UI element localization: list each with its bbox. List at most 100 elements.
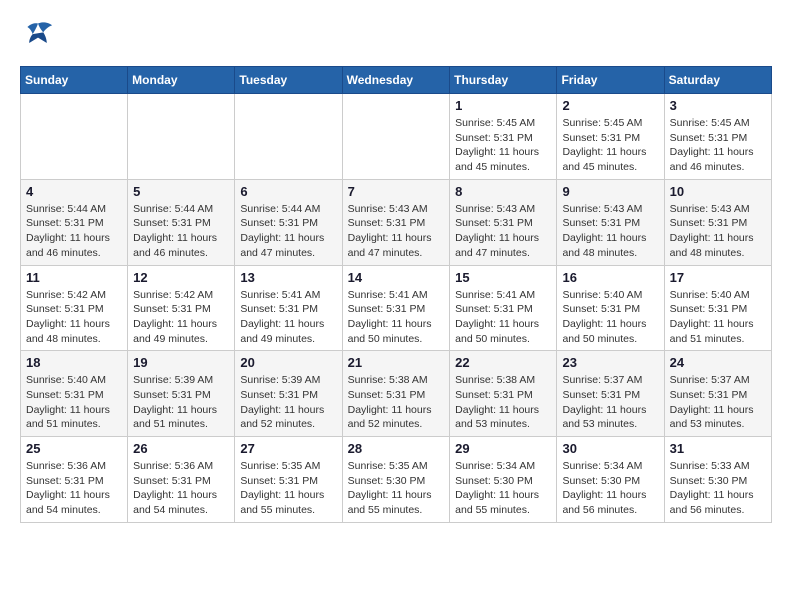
day-info: Sunrise: 5:37 AM Sunset: 5:31 PM Dayligh… [670,373,766,432]
day-number: 10 [670,184,766,199]
calendar-cell: 8 Sunrise: 5:43 AM Sunset: 5:31 PM Daylig… [450,179,557,265]
day-info: Sunrise: 5:40 AM Sunset: 5:31 PM Dayligh… [26,373,122,432]
day-number: 14 [348,270,445,285]
day-info: Sunrise: 5:45 AM Sunset: 5:31 PM Dayligh… [670,116,766,175]
day-info: Sunrise: 5:42 AM Sunset: 5:31 PM Dayligh… [26,288,122,347]
day-number: 7 [348,184,445,199]
calendar-cell: 30 Sunrise: 5:34 AM Sunset: 5:30 PM Dayli… [557,437,664,523]
calendar-cell: 9Sunrise: 5:43 AM Sunset: 5:31 PM Daylig… [557,179,664,265]
calendar-week-row: 25 Sunrise: 5:36 AM Sunset: 5:31 PM Dayli… [21,437,772,523]
day-info: Sunrise: 5:44 AM Sunset: 5:31 PM Dayligh… [26,202,122,261]
weekday-header-friday: Friday [557,67,664,94]
calendar-cell: 27Sunrise: 5:35 AM Sunset: 5:31 PM Dayli… [235,437,342,523]
page-header [20,20,772,50]
calendar-cell [342,94,450,180]
day-number: 1 [455,98,551,113]
calendar-header-row: SundayMondayTuesdayWednesdayThursdayFrid… [21,67,772,94]
calendar-cell: 7 Sunrise: 5:43 AM Sunset: 5:31 PM Daylig… [342,179,450,265]
calendar-week-row: 1 Sunrise: 5:45 AM Sunset: 5:31 PM Daylig… [21,94,772,180]
day-number: 2 [562,98,658,113]
day-number: 20 [240,355,336,370]
calendar-cell: 10 Sunrise: 5:43 AM Sunset: 5:31 PM Dayli… [664,179,771,265]
day-number: 9 [562,184,658,199]
day-number: 15 [455,270,551,285]
calendar-cell [21,94,128,180]
day-info: Sunrise: 5:41 AM Sunset: 5:31 PM Dayligh… [240,288,336,347]
day-info: Sunrise: 5:43 AM Sunset: 5:31 PM Dayligh… [348,202,445,261]
day-number: 17 [670,270,766,285]
day-info: Sunrise: 5:41 AM Sunset: 5:31 PM Dayligh… [348,288,445,347]
day-info: Sunrise: 5:42 AM Sunset: 5:31 PM Dayligh… [133,288,229,347]
day-info: Sunrise: 5:45 AM Sunset: 5:31 PM Dayligh… [455,116,551,175]
calendar-cell: 29 Sunrise: 5:34 AM Sunset: 5:30 PM Dayli… [450,437,557,523]
day-info: Sunrise: 5:35 AM Sunset: 5:30 PM Dayligh… [348,459,445,518]
calendar-cell: 22 Sunrise: 5:38 AM Sunset: 5:31 PM Dayli… [450,351,557,437]
day-number: 26 [133,441,229,456]
day-info: Sunrise: 5:45 AM Sunset: 5:31 PM Dayligh… [562,116,658,175]
weekday-header-thursday: Thursday [450,67,557,94]
day-number: 11 [26,270,122,285]
weekday-header-sunday: Sunday [21,67,128,94]
day-number: 19 [133,355,229,370]
day-info: Sunrise: 5:39 AM Sunset: 5:31 PM Dayligh… [133,373,229,432]
calendar-cell: 11 Sunrise: 5:42 AM Sunset: 5:31 PM Dayli… [21,265,128,351]
calendar-cell: 12Sunrise: 5:42 AM Sunset: 5:31 PM Dayli… [128,265,235,351]
day-info: Sunrise: 5:38 AM Sunset: 5:31 PM Dayligh… [348,373,445,432]
calendar-cell: 23Sunrise: 5:37 AM Sunset: 5:31 PM Dayli… [557,351,664,437]
calendar-cell: 18Sunrise: 5:40 AM Sunset: 5:31 PM Dayli… [21,351,128,437]
day-info: Sunrise: 5:40 AM Sunset: 5:31 PM Dayligh… [562,288,658,347]
day-info: Sunrise: 5:37 AM Sunset: 5:31 PM Dayligh… [562,373,658,432]
weekday-header-wednesday: Wednesday [342,67,450,94]
day-number: 21 [348,355,445,370]
calendar-cell: 3 Sunrise: 5:45 AM Sunset: 5:31 PM Daylig… [664,94,771,180]
calendar-cell: 13 Sunrise: 5:41 AM Sunset: 5:31 PM Dayli… [235,265,342,351]
day-info: Sunrise: 5:40 AM Sunset: 5:31 PM Dayligh… [670,288,766,347]
day-number: 13 [240,270,336,285]
logo-icon [20,20,56,50]
calendar-week-row: 4Sunrise: 5:44 AM Sunset: 5:31 PM Daylig… [21,179,772,265]
day-info: Sunrise: 5:41 AM Sunset: 5:31 PM Dayligh… [455,288,551,347]
calendar-cell: 6Sunrise: 5:44 AM Sunset: 5:31 PM Daylig… [235,179,342,265]
logo [20,20,62,50]
day-number: 27 [240,441,336,456]
calendar-cell: 4Sunrise: 5:44 AM Sunset: 5:31 PM Daylig… [21,179,128,265]
day-number: 30 [562,441,658,456]
day-info: Sunrise: 5:43 AM Sunset: 5:31 PM Dayligh… [455,202,551,261]
calendar-cell: 5 Sunrise: 5:44 AM Sunset: 5:31 PM Daylig… [128,179,235,265]
calendar-cell: 2 Sunrise: 5:45 AM Sunset: 5:31 PM Daylig… [557,94,664,180]
day-number: 28 [348,441,445,456]
day-info: Sunrise: 5:44 AM Sunset: 5:31 PM Dayligh… [133,202,229,261]
calendar-week-row: 11 Sunrise: 5:42 AM Sunset: 5:31 PM Dayli… [21,265,772,351]
day-number: 8 [455,184,551,199]
day-info: Sunrise: 5:38 AM Sunset: 5:31 PM Dayligh… [455,373,551,432]
weekday-header-saturday: Saturday [664,67,771,94]
calendar-cell: 31Sunrise: 5:33 AM Sunset: 5:30 PM Dayli… [664,437,771,523]
day-number: 22 [455,355,551,370]
day-info: Sunrise: 5:36 AM Sunset: 5:31 PM Dayligh… [133,459,229,518]
day-number: 29 [455,441,551,456]
calendar-cell: 14 Sunrise: 5:41 AM Sunset: 5:31 PM Dayli… [342,265,450,351]
day-number: 24 [670,355,766,370]
calendar-cell [128,94,235,180]
day-number: 3 [670,98,766,113]
calendar-week-row: 18Sunrise: 5:40 AM Sunset: 5:31 PM Dayli… [21,351,772,437]
calendar-cell [235,94,342,180]
calendar-cell: 1 Sunrise: 5:45 AM Sunset: 5:31 PM Daylig… [450,94,557,180]
calendar-cell: 28 Sunrise: 5:35 AM Sunset: 5:30 PM Dayli… [342,437,450,523]
day-info: Sunrise: 5:44 AM Sunset: 5:31 PM Dayligh… [240,202,336,261]
weekday-header-tuesday: Tuesday [235,67,342,94]
day-info: Sunrise: 5:34 AM Sunset: 5:30 PM Dayligh… [455,459,551,518]
day-number: 31 [670,441,766,456]
day-number: 5 [133,184,229,199]
day-info: Sunrise: 5:34 AM Sunset: 5:30 PM Dayligh… [562,459,658,518]
calendar-table: SundayMondayTuesdayWednesdayThursdayFrid… [20,66,772,523]
calendar-cell: 24 Sunrise: 5:37 AM Sunset: 5:31 PM Dayli… [664,351,771,437]
calendar-cell: 26 Sunrise: 5:36 AM Sunset: 5:31 PM Dayli… [128,437,235,523]
day-number: 16 [562,270,658,285]
day-info: Sunrise: 5:43 AM Sunset: 5:31 PM Dayligh… [670,202,766,261]
day-number: 25 [26,441,122,456]
day-info: Sunrise: 5:39 AM Sunset: 5:31 PM Dayligh… [240,373,336,432]
calendar-cell: 20 Sunrise: 5:39 AM Sunset: 5:31 PM Dayli… [235,351,342,437]
calendar-cell: 25Sunrise: 5:36 AM Sunset: 5:31 PM Dayli… [21,437,128,523]
calendar-cell: 16 Sunrise: 5:40 AM Sunset: 5:31 PM Dayli… [557,265,664,351]
